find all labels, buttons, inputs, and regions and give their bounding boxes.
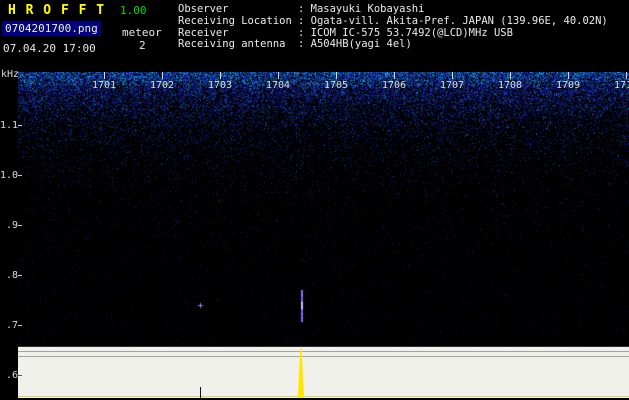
time-tick	[394, 72, 395, 79]
spectrogram-panel: 1701 1702 1703 1704 1705 1706 1707 1708 1709 1710	[18, 72, 629, 346]
frequency-label: .9	[0, 220, 18, 231]
frequency-tick	[18, 125, 22, 126]
time-tick	[568, 72, 569, 79]
info-value: : ICOM IC-575 53.7492(@LCD)MHz USB	[298, 27, 513, 39]
frequency-label: .8	[0, 270, 18, 281]
frequency-tick	[18, 275, 22, 276]
hrofft-screen: H R O F F T 1.00 0704201700.png meteor 2…	[0, 0, 629, 400]
observation-datetime: 07.04.20 17:00	[3, 42, 96, 55]
info-row: Receiving antenna: A504HB(yagi 4el)	[178, 39, 608, 51]
level-marker	[200, 387, 201, 398]
frequency-label: 1.1	[0, 120, 18, 131]
observer-info-block: Observer: Masayuki Kobayashi Receiving Lo…	[178, 4, 608, 51]
frequency-label: 1.0	[0, 170, 18, 181]
time-label: 1707	[438, 80, 466, 91]
time-label: 1701	[90, 80, 118, 91]
time-label: 1705	[322, 80, 350, 91]
time-label: 1706	[380, 80, 408, 91]
output-filename: 0704201700.png	[2, 21, 101, 36]
mode-label: meteor	[122, 26, 162, 39]
signal-level-panel	[18, 346, 629, 398]
time-tick	[510, 72, 511, 79]
time-tick	[278, 72, 279, 79]
time-tick	[626, 72, 627, 79]
info-value: : Ogata-vill. Akita-Pref. JAPAN (139.96E…	[298, 15, 608, 27]
time-tick	[162, 72, 163, 79]
level-gridline	[18, 351, 629, 352]
info-value: : Masayuki Kobayashi	[298, 3, 424, 15]
time-label: 1710	[612, 80, 629, 91]
time-label: 1704	[264, 80, 292, 91]
meteor-count: 2	[139, 39, 146, 52]
frequency-label: .6	[0, 370, 18, 381]
time-label: 1702	[148, 80, 176, 91]
time-tick	[220, 72, 221, 79]
time-label: 1709	[554, 80, 582, 91]
time-tick	[452, 72, 453, 79]
app-title: H R O F F T	[8, 3, 105, 18]
frequency-tick	[18, 375, 22, 376]
frequency-tick	[18, 175, 22, 176]
spectrogram-canvas	[18, 72, 629, 346]
level-gridline	[18, 356, 629, 357]
time-label: 1708	[496, 80, 524, 91]
info-label: Receiving antenna	[178, 39, 298, 51]
level-baseline	[18, 396, 629, 397]
time-tick	[104, 72, 105, 79]
time-label: 1703	[206, 80, 234, 91]
info-label: Receiving Location	[178, 16, 298, 28]
info-value: : A504HB(yagi 4el)	[298, 38, 412, 50]
time-tick	[336, 72, 337, 79]
frequency-unit-label: kHz	[1, 69, 19, 80]
app-version: 1.00	[120, 4, 147, 17]
frequency-tick	[18, 325, 22, 326]
frequency-tick	[18, 225, 22, 226]
frequency-label: .7	[0, 320, 18, 331]
